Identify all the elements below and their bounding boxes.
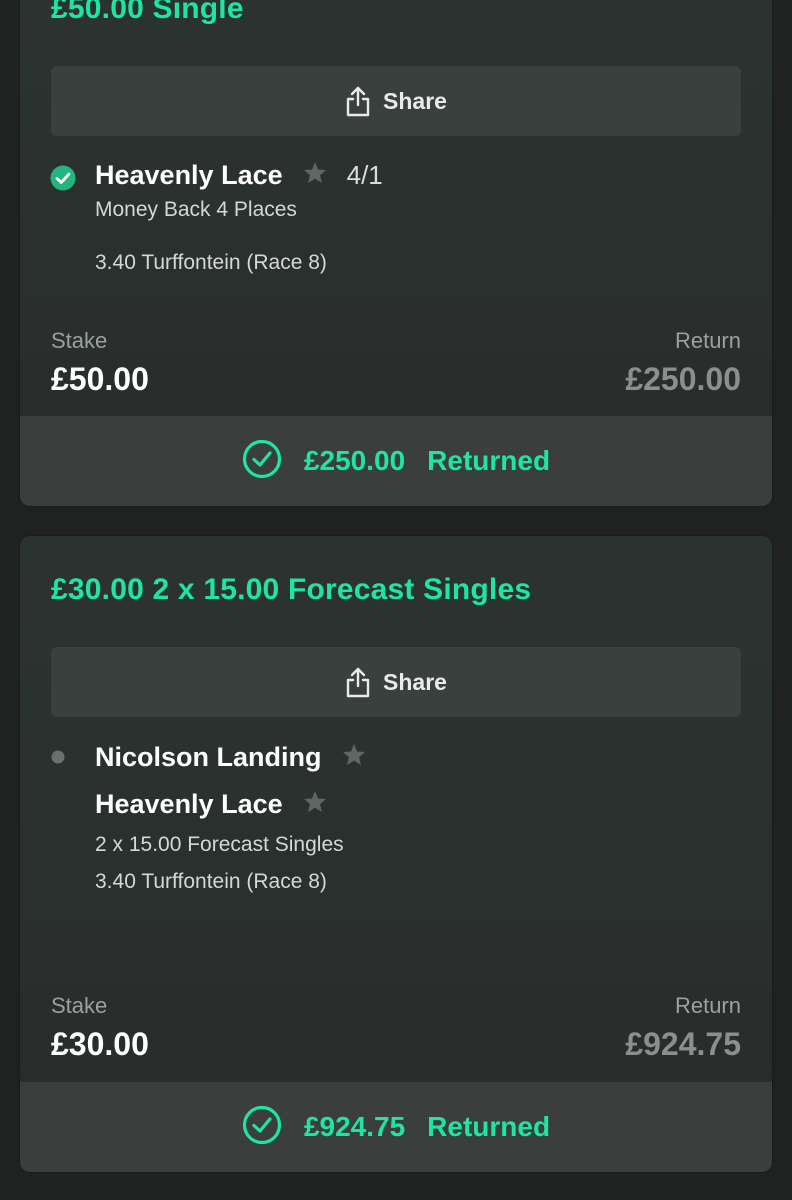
return-label: Return (674, 993, 741, 1018)
returned-amount: £250.00 (303, 445, 406, 476)
check-circle-icon (50, 165, 76, 196)
returned-label: Returned (427, 1111, 551, 1142)
status-dot-icon (51, 750, 65, 769)
return-value: £250.00 (625, 361, 741, 397)
star-icon[interactable] (303, 789, 327, 820)
selection-runner: Heavenly Lace (95, 789, 327, 820)
selection-runner: Heavenly Lace 4/1 (95, 160, 383, 191)
returned-label: Returned (427, 445, 551, 476)
runner-name: Heavenly Lace (95, 160, 283, 190)
selection-odds: 4/1 (346, 160, 383, 190)
share-icon (345, 85, 371, 117)
returned-amount: £924.75 (303, 1111, 406, 1142)
runner-name: Heavenly Lace (95, 789, 283, 819)
runner-name: Nicolson Landing (95, 742, 322, 772)
bet-title: £30.00 2 x 15.00 Forecast Singles (51, 573, 532, 606)
stake-label: Stake (51, 993, 108, 1018)
share-label: Share (383, 668, 447, 695)
stake-label: Stake (51, 328, 108, 353)
bet-detail-race: 3.40 Turffontein (Race 8) (95, 870, 327, 893)
share-icon (345, 666, 371, 698)
bet-detail-race: 3.40 Turffontein (Race 8) (95, 251, 327, 274)
share-button[interactable]: Share (51, 647, 741, 717)
bet-title: £50.00 Single (51, 0, 244, 25)
bet-card: £30.00 2 x 15.00 Forecast Singles Share … (20, 536, 772, 1172)
share-label: Share (383, 87, 447, 114)
returned-banner: £924.75 Returned (20, 1082, 772, 1172)
stake-value: £50.00 (51, 361, 149, 397)
stake-value: £30.00 (51, 1026, 149, 1062)
star-icon[interactable] (342, 742, 366, 773)
bet-detail-type: 2 x 15.00 Forecast Singles (95, 833, 344, 856)
returned-check-icon (242, 439, 282, 484)
bet-card: £50.00 Single Share Heavenly Lace 4/1 Mo… (20, 0, 772, 506)
returned-banner: £250.00 Returned (20, 416, 772, 506)
return-label: Return (674, 328, 741, 353)
star-icon[interactable] (303, 160, 327, 191)
selection-runner: Nicolson Landing (95, 742, 366, 773)
bet-detail-offer: Money Back 4 Places (95, 198, 297, 221)
return-value: £924.75 (625, 1026, 741, 1062)
returned-check-icon (242, 1105, 282, 1150)
share-button[interactable]: Share (51, 66, 741, 136)
